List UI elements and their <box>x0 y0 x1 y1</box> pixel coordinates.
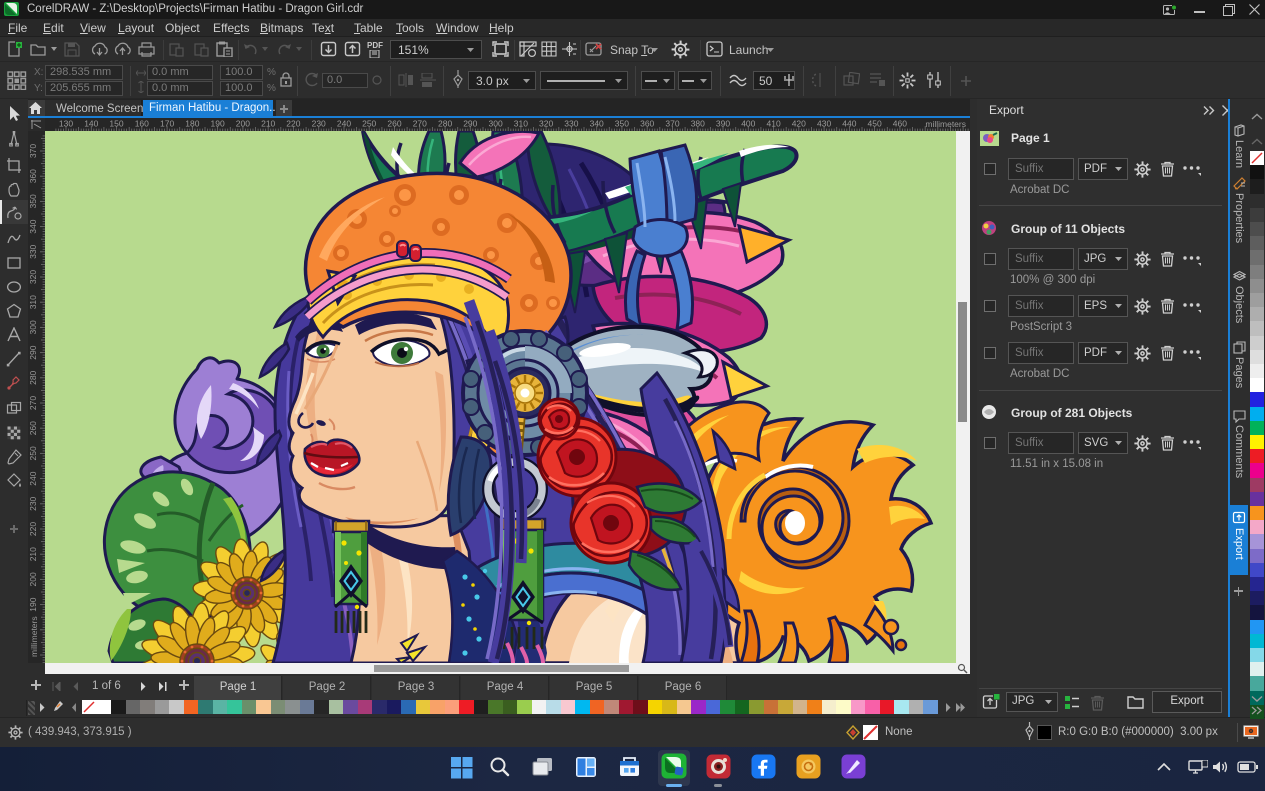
svg-text:420: 420 <box>792 119 806 129</box>
svg-text:440: 440 <box>842 119 856 129</box>
svg-text:290: 290 <box>28 345 38 359</box>
svg-text:200: 200 <box>28 572 38 586</box>
svg-text:190: 190 <box>28 597 38 611</box>
svg-text:230: 230 <box>28 496 38 510</box>
svg-text:430: 430 <box>817 119 831 129</box>
svg-text:320: 320 <box>539 119 553 129</box>
svg-text:320: 320 <box>28 270 38 284</box>
svg-text:240: 240 <box>28 471 38 485</box>
svg-text:310: 310 <box>28 295 38 309</box>
svg-text:310: 310 <box>514 119 528 129</box>
svg-text:460: 460 <box>893 119 907 129</box>
svg-text:220: 220 <box>286 119 300 129</box>
svg-text:150: 150 <box>109 119 123 129</box>
svg-text:340: 340 <box>28 219 38 233</box>
svg-text:300: 300 <box>28 320 38 334</box>
svg-text:360: 360 <box>28 169 38 183</box>
svg-text:130: 130 <box>59 119 73 129</box>
svg-text:270: 270 <box>413 119 427 129</box>
svg-text:390: 390 <box>716 119 730 129</box>
svg-text:370: 370 <box>665 119 679 129</box>
svg-text:300: 300 <box>489 119 503 129</box>
svg-text:160: 160 <box>135 119 149 129</box>
svg-text:260: 260 <box>387 119 401 129</box>
svg-text:millimeters: millimeters <box>925 119 966 129</box>
svg-text:350: 350 <box>615 119 629 129</box>
svg-text:210: 210 <box>28 547 38 561</box>
svg-text:280: 280 <box>28 370 38 384</box>
svg-text:380: 380 <box>691 119 705 129</box>
svg-text:millimeters: millimeters <box>29 616 39 657</box>
svg-text:410: 410 <box>767 119 781 129</box>
svg-text:220: 220 <box>28 522 38 536</box>
svg-text:270: 270 <box>28 396 38 410</box>
svg-text:280: 280 <box>438 119 452 129</box>
svg-text:170: 170 <box>160 119 174 129</box>
svg-text:340: 340 <box>590 119 604 129</box>
svg-text:190: 190 <box>211 119 225 129</box>
svg-text:180: 180 <box>185 119 199 129</box>
svg-text:210: 210 <box>261 119 275 129</box>
svg-text:350: 350 <box>28 194 38 208</box>
svg-text:140: 140 <box>84 119 98 129</box>
svg-text:200: 200 <box>236 119 250 129</box>
svg-text:330: 330 <box>564 119 578 129</box>
svg-text:290: 290 <box>463 119 477 129</box>
svg-text:370: 370 <box>28 144 38 158</box>
svg-text:330: 330 <box>28 244 38 258</box>
svg-text:240: 240 <box>337 119 351 129</box>
svg-text:250: 250 <box>28 446 38 460</box>
svg-text:400: 400 <box>741 119 755 129</box>
svg-text:250: 250 <box>362 119 376 129</box>
svg-text:360: 360 <box>640 119 654 129</box>
svg-text:450: 450 <box>868 119 882 129</box>
svg-text:260: 260 <box>28 421 38 435</box>
svg-text:230: 230 <box>312 119 326 129</box>
